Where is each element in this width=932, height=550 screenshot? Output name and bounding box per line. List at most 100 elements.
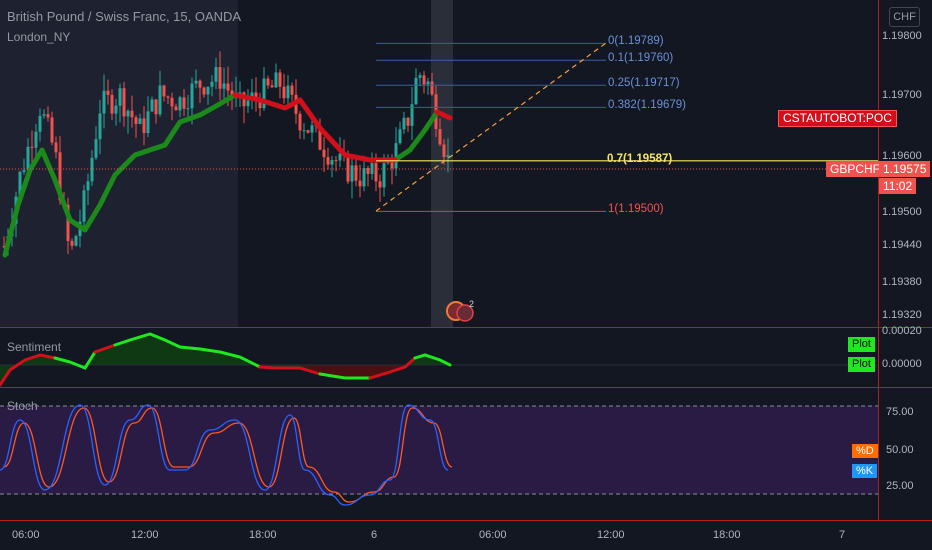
candle-body xyxy=(354,165,358,181)
fib-label-0.25: 0.25(1.19717) xyxy=(608,77,680,90)
chart-canvas[interactable]: 2 xyxy=(0,0,932,550)
candle-body xyxy=(382,163,386,188)
stoch-axis-tick: 75.00 xyxy=(886,406,914,418)
sentiment-legend-2: Plot xyxy=(848,357,875,372)
candle-body xyxy=(106,90,110,95)
candle-body xyxy=(222,83,226,89)
fib-label-0.382: 0.382(1.19679) xyxy=(608,99,687,112)
candle-body xyxy=(86,181,90,191)
candle-body xyxy=(286,85,290,99)
candle-body xyxy=(46,114,50,118)
fib-label-0.7: 0.7(1.19587) xyxy=(607,152,673,165)
stoch-legend-k: %K xyxy=(852,464,878,478)
candle-body xyxy=(378,181,382,188)
candle-body xyxy=(214,67,218,82)
sentiment-line-segment xyxy=(53,350,97,370)
candle-body xyxy=(98,113,102,140)
candle-body xyxy=(438,129,442,145)
candle-body xyxy=(270,85,274,88)
sentiment-pane xyxy=(0,332,878,387)
candle-body xyxy=(338,153,342,161)
bot-label-badge: CSTAUTOBOT:POC xyxy=(778,110,897,127)
candle-body xyxy=(218,67,222,89)
time-axis-tick: 18:00 xyxy=(713,529,741,541)
candle-body xyxy=(374,163,378,182)
candle-body xyxy=(146,111,150,134)
candle-body xyxy=(194,80,198,84)
candle-body xyxy=(402,117,406,130)
stoch-pane-title: Stoch xyxy=(7,399,38,413)
candle-body xyxy=(82,190,86,222)
candle-body xyxy=(30,146,34,148)
candle-body xyxy=(202,87,206,95)
candle-body xyxy=(22,170,26,172)
candle-body xyxy=(158,85,162,115)
price-axis-tick: 1.19500 xyxy=(882,206,922,218)
candle-body xyxy=(302,130,306,132)
candle-body xyxy=(42,114,46,116)
candle-body xyxy=(282,86,286,99)
price-axis-tick: 1.19440 xyxy=(882,239,922,251)
candle-body xyxy=(74,236,78,246)
candle-body xyxy=(398,129,402,144)
candle-body xyxy=(326,157,330,165)
candle-body xyxy=(198,80,202,88)
candle-body xyxy=(138,118,142,124)
candle-body xyxy=(330,160,334,165)
currency-button[interactable]: CHF xyxy=(889,7,920,27)
candle-body xyxy=(310,125,314,133)
ma-line-red xyxy=(232,92,453,163)
candle-body xyxy=(246,100,250,107)
candle-body xyxy=(94,139,98,158)
price-axis-tick: 1.19800 xyxy=(882,30,922,42)
candle-body xyxy=(38,115,42,132)
time-axis-tick: 6 xyxy=(371,529,378,541)
time-axis-tick: 12:00 xyxy=(131,529,159,541)
candle-body xyxy=(430,81,434,95)
candle-body xyxy=(114,105,118,114)
sentiment-area xyxy=(0,334,450,385)
candle-body xyxy=(130,110,134,118)
stoch-legend-d: %D xyxy=(852,444,878,458)
candle-body xyxy=(166,96,170,98)
candle-body xyxy=(278,72,282,87)
candle-body xyxy=(334,160,338,162)
candle-body xyxy=(350,165,354,182)
candle-body xyxy=(118,88,122,106)
price-axis-tick: 1.19700 xyxy=(882,89,922,101)
candle-body xyxy=(266,78,270,86)
fib-label-0.1: 0.1(1.19760) xyxy=(608,52,674,65)
candle-body xyxy=(90,157,94,182)
price-axis-tick: 1.19600 xyxy=(882,150,922,162)
candle-body xyxy=(154,99,158,115)
sentiment-axis-tick: 0.00000 xyxy=(882,358,922,370)
candle-body xyxy=(418,75,422,78)
symbol-badge: GBPCHF xyxy=(826,161,885,177)
countdown-badge: 11:02 xyxy=(879,178,917,194)
candle-body xyxy=(306,130,310,133)
sentiment-axis-tick: 0.00020 xyxy=(882,325,922,337)
candle-body xyxy=(442,144,446,158)
time-axis-tick: 06:00 xyxy=(479,529,507,541)
time-axis-tick: 18:00 xyxy=(249,529,277,541)
symbol-title: British Pound / Swiss Franc, 15, OANDA xyxy=(7,9,242,24)
events-count: 2 xyxy=(469,299,474,309)
price-axis-tick: 1.19320 xyxy=(882,309,922,321)
candle-body xyxy=(290,85,294,95)
candle-body xyxy=(150,99,154,112)
candle-body xyxy=(110,94,114,114)
last-price-badge: 1.19575 xyxy=(879,161,931,177)
candle-body xyxy=(210,81,214,87)
fib-trend-line[interactable] xyxy=(375,42,607,212)
candle-body xyxy=(446,155,450,158)
stoch-axis-tick: 50.00 xyxy=(886,444,914,456)
candle-body xyxy=(126,110,130,117)
candle-body xyxy=(190,83,194,109)
candle-body xyxy=(102,90,106,114)
candle-body xyxy=(298,113,302,131)
candle-body xyxy=(206,86,210,95)
time-axis-tick: 7 xyxy=(839,529,846,541)
candle-body xyxy=(70,240,74,246)
candle-body xyxy=(358,180,362,187)
candle-body xyxy=(362,168,366,187)
